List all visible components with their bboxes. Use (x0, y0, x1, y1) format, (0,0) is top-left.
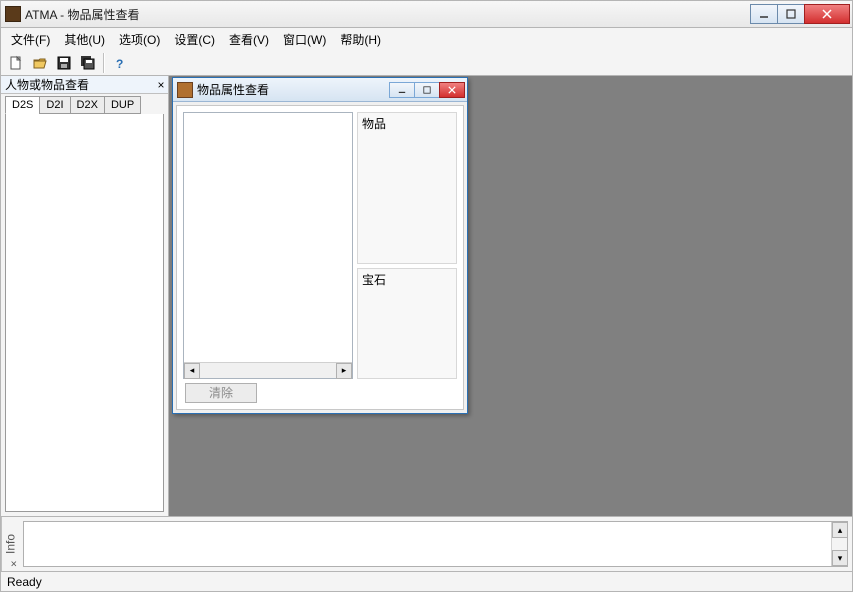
child-window-controls (390, 82, 465, 98)
menu-file[interactable]: 文件(F) (5, 29, 56, 50)
left-pane-tabs: D2S D2I D2X DUP (1, 94, 168, 114)
app-icon (5, 6, 21, 22)
info-pane-label: Info (4, 534, 18, 554)
tab-d2i[interactable]: D2I (39, 96, 70, 114)
main-area: 人物或物品查看 × D2S D2I D2X DUP 物品属性查看 (0, 76, 853, 516)
mdi-client-area: 物品属性查看 ◂ ▸ (169, 76, 852, 516)
open-button[interactable] (29, 52, 51, 74)
toolbar-separator (103, 53, 105, 73)
info-pane: × Info ▴ ▾ (0, 516, 853, 572)
child-window-icon (177, 82, 193, 98)
child-maximize-button[interactable] (414, 82, 440, 98)
child-window-item-props: 物品属性查看 ◂ ▸ (172, 77, 468, 414)
listbox-content[interactable] (184, 113, 352, 362)
left-pane-content[interactable] (5, 114, 164, 512)
close-button[interactable] (804, 4, 850, 24)
section-gem: 宝石 (357, 268, 457, 379)
child-close-button[interactable] (439, 82, 465, 98)
status-text: Ready (7, 575, 42, 589)
left-pane-title: 人物或物品查看 (5, 76, 89, 93)
item-listbox[interactable]: ◂ ▸ (183, 112, 353, 379)
left-pane-header: 人物或物品查看 × (1, 76, 168, 94)
scroll-vtrack[interactable] (832, 538, 847, 550)
info-pane-close-button[interactable]: × (11, 557, 17, 569)
menu-other[interactable]: 其他(U) (58, 29, 111, 50)
child-window-body: ◂ ▸ 物品 宝石 清除 (176, 105, 464, 410)
child-minimize-button[interactable] (389, 82, 415, 98)
child-body-row: ◂ ▸ 物品 宝石 (183, 112, 457, 379)
scroll-down-button[interactable]: ▾ (832, 550, 848, 566)
menu-help[interactable]: 帮助(H) (334, 29, 387, 50)
menu-window[interactable]: 窗口(W) (277, 29, 332, 50)
clear-button[interactable]: 清除 (185, 383, 257, 403)
menu-bar: 文件(F) 其他(U) 选项(O) 设置(C) 查看(V) 窗口(W) 帮助(H… (0, 28, 853, 50)
child-window-titlebar[interactable]: 物品属性查看 (173, 78, 467, 102)
info-pane-tab[interactable]: × Info (1, 517, 19, 571)
minimize-button[interactable] (750, 4, 778, 24)
maximize-button[interactable] (777, 4, 805, 24)
save-all-button[interactable] (77, 52, 99, 74)
section-gem-label: 宝石 (362, 271, 452, 288)
scroll-up-button[interactable]: ▴ (832, 522, 848, 538)
button-row: 清除 (183, 383, 457, 403)
tab-d2x[interactable]: D2X (70, 96, 105, 114)
tab-d2s[interactable]: D2S (5, 96, 40, 114)
left-pane-close-button[interactable]: × (154, 78, 168, 92)
window-title: ATMA - 物品属性查看 (25, 6, 751, 23)
window-titlebar: ATMA - 物品属性查看 (0, 0, 853, 28)
right-column: 物品 宝石 (357, 112, 457, 379)
save-button[interactable] (53, 52, 75, 74)
scroll-left-button[interactable]: ◂ (184, 363, 200, 379)
new-button[interactable] (5, 52, 27, 74)
window-controls (751, 4, 850, 24)
listbox-hscrollbar[interactable]: ◂ ▸ (184, 362, 352, 378)
menu-options[interactable]: 选项(O) (113, 29, 166, 50)
menu-view[interactable]: 查看(V) (223, 29, 275, 50)
section-item-label: 物品 (362, 115, 452, 132)
tab-dup[interactable]: DUP (104, 96, 141, 114)
info-textarea[interactable]: ▴ ▾ (23, 521, 848, 567)
section-item: 物品 (357, 112, 457, 264)
info-vscrollbar[interactable]: ▴ ▾ (831, 522, 847, 566)
help-button[interactable]: ? (109, 52, 131, 74)
status-bar: Ready (0, 572, 853, 592)
scroll-right-button[interactable]: ▸ (336, 363, 352, 379)
left-dock-pane: 人物或物品查看 × D2S D2I D2X DUP (1, 76, 169, 516)
menu-settings[interactable]: 设置(C) (168, 29, 221, 50)
child-window-title: 物品属性查看 (197, 81, 390, 98)
toolbar: ? (0, 50, 853, 76)
svg-text:?: ? (116, 57, 123, 71)
